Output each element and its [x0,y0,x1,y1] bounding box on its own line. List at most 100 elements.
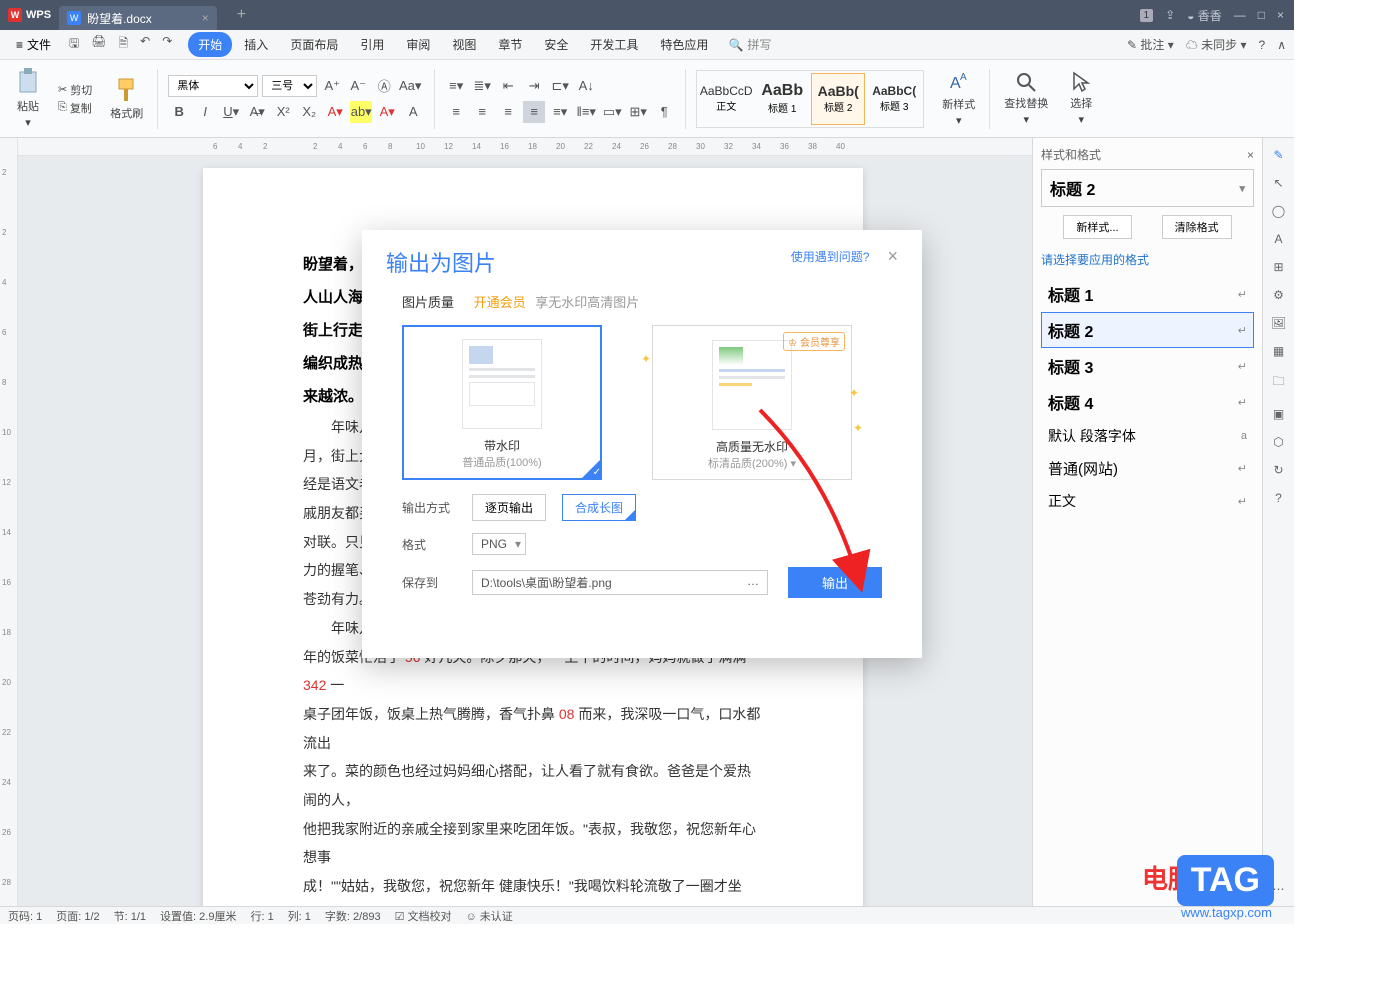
dialog-help-link[interactable]: 使用遇到问题? [791,248,870,265]
align-justify-icon[interactable]: ≡ [523,101,545,123]
bold-icon[interactable]: B [168,101,190,123]
clear-format-icon[interactable]: Ⓐ [373,75,395,97]
line-spacing-icon[interactable]: ‖≡▾ [575,101,597,123]
file-menu[interactable]: ≡ 文件 [8,33,59,56]
export-button[interactable]: 输出 [788,567,882,598]
side-text-icon[interactable]: A [1274,232,1282,246]
side-cursor-icon[interactable]: ↖ [1273,176,1283,190]
undo-icon[interactable]: ↶ [136,31,154,58]
browse-icon[interactable]: … [747,574,759,591]
side-image-icon[interactable]: 🖼 [1271,316,1286,330]
quality-card-hd[interactable]: ✦ ✦ ✦ ♔ 会员尊享 高质量无水印 标清品质(200%) ▾ [652,325,852,480]
tab-view[interactable]: 视图 [442,32,486,57]
font-name-select[interactable]: 黑体 [168,75,258,97]
style-list-item[interactable]: 普通(网站)↵ [1041,452,1254,485]
preview-icon[interactable]: 🗎 [115,31,133,58]
change-case-icon[interactable]: Aa▾ [399,75,421,97]
tab-layout[interactable]: 页面布局 [280,32,348,57]
style-list-item[interactable]: 标题 2↵ [1041,312,1254,348]
tab-review[interactable]: 审阅 [396,32,440,57]
tab-start[interactable]: 开始 [188,32,232,57]
numbering-icon[interactable]: ≣▾ [471,75,493,97]
annotate-toggle[interactable]: ✎ 批注 ▾ [1127,36,1174,53]
indent-dec-icon[interactable]: ⇤ [497,75,519,97]
decrease-font-icon[interactable]: A⁻ [347,75,369,97]
font-size-select[interactable]: 三号 [262,75,317,97]
format-select[interactable]: PNG [472,533,526,555]
quality-card-watermark[interactable]: 带水印 普通品质(100%) [402,325,602,480]
save-path-input[interactable]: D:\tools\桌面\盼望着.png… [472,570,768,595]
border-icon[interactable]: ⊞▾ [627,101,649,123]
select-button[interactable]: 选择▾ [1066,69,1096,128]
style-h3[interactable]: AaBbC(标题 3 [867,73,921,125]
vip-link[interactable]: 开通会员 [474,295,526,310]
status-auth[interactable]: ☺ 未认证 [465,908,512,924]
text-effect-icon[interactable]: A▾ [376,101,398,123]
cut-button[interactable]: ✂ 剪切 [58,82,92,98]
status-pages[interactable]: 页面: 1/2 [56,908,99,924]
tab-close-icon[interactable]: × [202,11,209,25]
increase-font-icon[interactable]: A⁺ [321,75,343,97]
clear-format-pane-button[interactable]: 清除格式 [1162,215,1232,239]
close-window-icon[interactable]: × [1277,8,1284,22]
save-icon[interactable]: 🖫 [65,31,83,58]
side-circle-icon[interactable]: ◯ [1272,204,1285,218]
style-list-item[interactable]: 正文↵ [1041,485,1254,517]
document-tab[interactable]: W 盼望着.docx × [59,6,217,30]
align-right-icon[interactable]: ≡ [497,101,519,123]
style-normal[interactable]: AaBbCcD正文 [699,73,753,125]
new-style-button[interactable]: AA 新样式▾ [938,68,979,129]
style-h1[interactable]: AaBb标题 1 [755,73,809,125]
side-photo-icon[interactable]: ▣ [1273,407,1284,421]
help-icon[interactable]: ? [1259,38,1266,52]
side-grid-icon[interactable]: ▦ [1273,344,1284,358]
side-cube-icon[interactable]: ⬡ [1273,435,1283,449]
maximize-icon[interactable]: □ [1258,8,1265,22]
align-left-icon[interactable]: ≡ [445,101,467,123]
underline-icon[interactable]: U▾ [220,101,242,123]
highlight-icon[interactable]: ab▾ [350,101,372,123]
tab-dev[interactable]: 开发工具 [580,32,648,57]
sync-status[interactable]: ☁ 未同步 ▾ [1186,36,1247,53]
copy-button[interactable]: ⎘ 复制 [58,100,92,116]
side-history-icon[interactable]: ↻ [1273,463,1283,477]
align-center-icon[interactable]: ≡ [471,101,493,123]
indent-inc-icon[interactable]: ⇥ [523,75,545,97]
font-box-icon[interactable]: A [402,101,424,123]
mode-per-page[interactable]: 逐页输出 [472,494,546,521]
font-color-icon[interactable]: A▾ [324,101,346,123]
bullets-icon[interactable]: ≡▾ [445,75,467,97]
format-painter-button[interactable]: 格式刷 [106,75,147,123]
side-pen-icon[interactable]: ✎ [1273,148,1283,162]
tab-set-icon[interactable]: ⊏▾ [549,75,571,97]
add-tab-button[interactable]: + [237,6,246,24]
current-style-display[interactable]: 标题 2▾ [1041,169,1254,207]
paste-button[interactable]: 粘贴▾ [12,66,44,131]
sort-icon[interactable]: A↓ [575,75,597,97]
style-list-item[interactable]: 标题 1↵ [1041,276,1254,312]
side-help-icon[interactable]: ? [1275,491,1282,505]
style-list-item[interactable]: 标题 3↵ [1041,348,1254,384]
dialog-close-icon[interactable]: × [887,246,898,267]
share-icon[interactable]: ⇪ [1165,8,1175,22]
close-pane-icon[interactable]: × [1247,148,1254,162]
mode-long-image[interactable]: 合成长图 [562,494,636,521]
side-settings-icon[interactable]: ⚙ [1273,288,1284,302]
find-replace-button[interactable]: 查找替换▾ [1000,69,1052,128]
status-page[interactable]: 页码: 1 [8,908,42,924]
style-list-item[interactable]: 标题 4↵ [1041,384,1254,420]
shading-icon[interactable]: ▭▾ [601,101,623,123]
collapse-ribbon-icon[interactable]: ∧ [1277,38,1286,52]
para-mark-icon[interactable]: ¶ [653,101,675,123]
tab-insert[interactable]: 插入 [234,32,278,57]
tab-reference[interactable]: 引用 [350,32,394,57]
subscript-icon[interactable]: X₂ [298,101,320,123]
status-words[interactable]: 字数: 2/893 [325,908,381,924]
side-folder-icon[interactable]: 🗀 [1272,372,1284,393]
user-badge[interactable]: ◒ 香香 [1187,7,1222,24]
minimize-icon[interactable]: — [1234,8,1246,22]
distribute-icon[interactable]: ≡▾ [549,101,571,123]
tab-special[interactable]: 特色应用 [650,32,718,57]
style-list-item[interactable]: 默认 段落字体a [1041,420,1254,452]
new-style-pane-button[interactable]: 新样式... [1063,215,1131,239]
